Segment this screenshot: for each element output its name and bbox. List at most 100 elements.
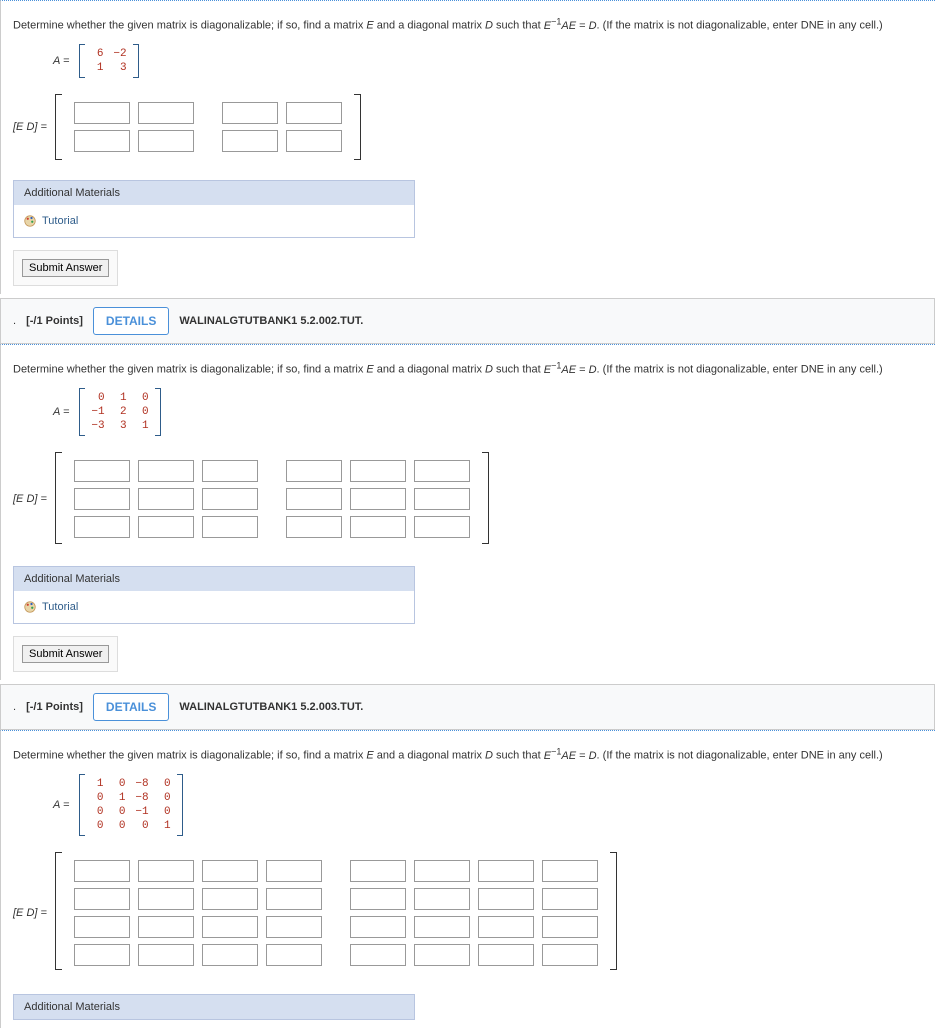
E-input-cell[interactable] (138, 860, 194, 882)
tutorial-link[interactable]: Tutorial (42, 215, 78, 227)
answer-row: [E D] = (13, 452, 923, 546)
question-body: Determine whether the given matrix is di… (0, 730, 935, 1028)
D-input-cell[interactable] (478, 916, 534, 938)
E-input-cell[interactable] (138, 888, 194, 910)
D-input-cell[interactable] (350, 516, 406, 538)
E-input-cell[interactable] (74, 488, 130, 510)
D-input-cell[interactable] (414, 944, 470, 966)
submit-answer-button[interactable]: Submit Answer (22, 259, 109, 277)
D-input-cell[interactable] (542, 860, 598, 882)
prompt-text: Determine whether the given matrix is di… (13, 745, 923, 764)
E-input-cell[interactable] (74, 944, 130, 966)
D-input-cell[interactable] (350, 888, 406, 910)
D-input-cell[interactable] (414, 516, 470, 538)
D-input-cell[interactable] (350, 944, 406, 966)
matrix-cell: 3 (115, 420, 127, 432)
E-input-cell[interactable] (138, 916, 194, 938)
E-input-cell[interactable] (202, 944, 258, 966)
D-input-cell[interactable] (542, 944, 598, 966)
matrix-definition: A =10−8001−8000−100001 (53, 774, 923, 836)
E-input-cell[interactable] (138, 944, 194, 966)
details-button[interactable]: DETAILS (93, 307, 169, 335)
matrix-cell: 2 (115, 406, 127, 418)
tutorial-link[interactable]: Tutorial (42, 601, 78, 613)
E-input-cell[interactable] (74, 888, 130, 910)
E-input-cell[interactable] (202, 888, 258, 910)
answer-row: [E D] = (13, 94, 923, 160)
D-input-cell[interactable] (222, 130, 278, 152)
matrix-cell: 0 (159, 778, 171, 790)
D-input-cell[interactable] (478, 944, 534, 966)
E-input-cell[interactable] (74, 860, 130, 882)
E-input-cell[interactable] (202, 916, 258, 938)
D-input-cell[interactable] (286, 130, 342, 152)
prompt-text: Determine whether the given matrix is di… (13, 359, 923, 378)
D-input-cell[interactable] (350, 488, 406, 510)
matrix-cell: 1 (159, 820, 171, 832)
D-input-cell[interactable] (286, 516, 342, 538)
E-input-cell[interactable] (202, 516, 258, 538)
question-reference: WALINALGTUTBANK1 5.2.003.TUT. (179, 701, 363, 713)
matrix-cell: 0 (135, 820, 148, 832)
D-input-cell[interactable] (350, 860, 406, 882)
E-input-cell[interactable] (74, 102, 130, 124)
D-input-cell[interactable] (542, 888, 598, 910)
additional-materials-box: Additional Materials Tutorial (13, 180, 415, 238)
ED-label: [E D] = (13, 121, 47, 133)
ED-input-matrix (55, 452, 489, 546)
additional-materials-header: Additional Materials (14, 181, 414, 205)
matrix-cell: 0 (91, 792, 103, 804)
additional-materials-header: Additional Materials (14, 567, 414, 591)
D-input-cell[interactable] (414, 916, 470, 938)
matrix-definition: A =010−120−331 (53, 388, 923, 436)
E-input-cell[interactable] (202, 860, 258, 882)
matrix-cell: 0 (159, 792, 171, 804)
matrix-cell: 0 (113, 820, 125, 832)
D-input-cell[interactable] (286, 488, 342, 510)
E-input-cell[interactable] (202, 460, 258, 482)
D-input-cell[interactable] (414, 488, 470, 510)
E-input-cell[interactable] (138, 460, 194, 482)
E-input-cell[interactable] (266, 916, 322, 938)
matrix-A: 010−120−331 (79, 388, 160, 436)
E-input-cell[interactable] (138, 130, 194, 152)
E-input-cell[interactable] (202, 488, 258, 510)
ED-label: [E D] = (13, 493, 47, 505)
matrix-cell: 1 (91, 62, 103, 74)
submit-row: Submit Answer (13, 636, 118, 672)
matrix-cell: −8 (135, 778, 148, 790)
matrix-A: 6−213 (79, 44, 138, 78)
matrix-A-label: A = (53, 406, 69, 418)
E-input-cell[interactable] (74, 130, 130, 152)
question-body: Determine whether the given matrix is di… (0, 344, 935, 680)
D-input-cell[interactable] (350, 916, 406, 938)
E-input-cell[interactable] (266, 888, 322, 910)
E-input-cell[interactable] (138, 102, 194, 124)
E-input-cell[interactable] (138, 516, 194, 538)
D-input-cell[interactable] (542, 916, 598, 938)
ED-input-matrix (55, 94, 361, 160)
D-input-cell[interactable] (414, 860, 470, 882)
E-input-cell[interactable] (74, 516, 130, 538)
D-input-cell[interactable] (478, 888, 534, 910)
D-input-cell[interactable] (286, 102, 342, 124)
E-input-cell[interactable] (266, 860, 322, 882)
D-input-cell[interactable] (414, 888, 470, 910)
submit-answer-button[interactable]: Submit Answer (22, 645, 109, 663)
E-input-cell[interactable] (74, 916, 130, 938)
D-input-cell[interactable] (286, 460, 342, 482)
D-input-cell[interactable] (478, 860, 534, 882)
E-input-cell[interactable] (138, 488, 194, 510)
ED-input-matrix (55, 852, 617, 974)
D-input-cell[interactable] (222, 102, 278, 124)
additional-materials-box: Additional Materials (13, 994, 415, 1020)
E-input-cell[interactable] (266, 944, 322, 966)
matrix-cell: −3 (91, 420, 104, 432)
D-input-cell[interactable] (350, 460, 406, 482)
E-input-cell[interactable] (74, 460, 130, 482)
matrix-A: 10−8001−8000−100001 (79, 774, 182, 836)
details-button[interactable]: DETAILS (93, 693, 169, 721)
matrix-cell: −1 (135, 806, 148, 818)
D-input-cell[interactable] (414, 460, 470, 482)
bullet: . (13, 701, 16, 713)
